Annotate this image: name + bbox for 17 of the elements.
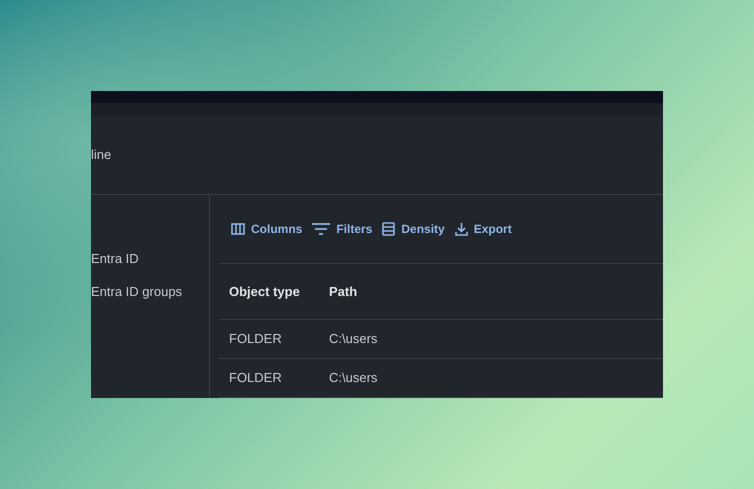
table-cell-text: FOLDER <box>228 331 283 346</box>
table-cell-text: C:\users <box>328 370 378 386</box>
rows-icon <box>382 222 396 236</box>
filter-icon <box>312 222 330 236</box>
column-header[interactable]: Object type <box>219 284 319 299</box>
sidebar-item[interactable]: Entra ID <box>91 250 209 268</box>
page-title: line <box>91 147 112 162</box>
toolbar-button[interactable]: Columns <box>231 222 302 236</box>
toolbar-button[interactable]: Density <box>382 222 445 236</box>
toolbar-button[interactable]: Filters <box>312 222 372 236</box>
download-icon <box>454 222 468 236</box>
table-cell-text: FOLDER <box>228 370 283 386</box>
sidebar-item[interactable]: Entra ID groups <box>91 282 209 301</box>
columns-icon <box>231 222 245 235</box>
table-cell-text: C:\users <box>328 331 378 346</box>
toolbar-button[interactable]: Export <box>454 222 512 236</box>
column-header[interactable]: Path <box>319 284 519 299</box>
